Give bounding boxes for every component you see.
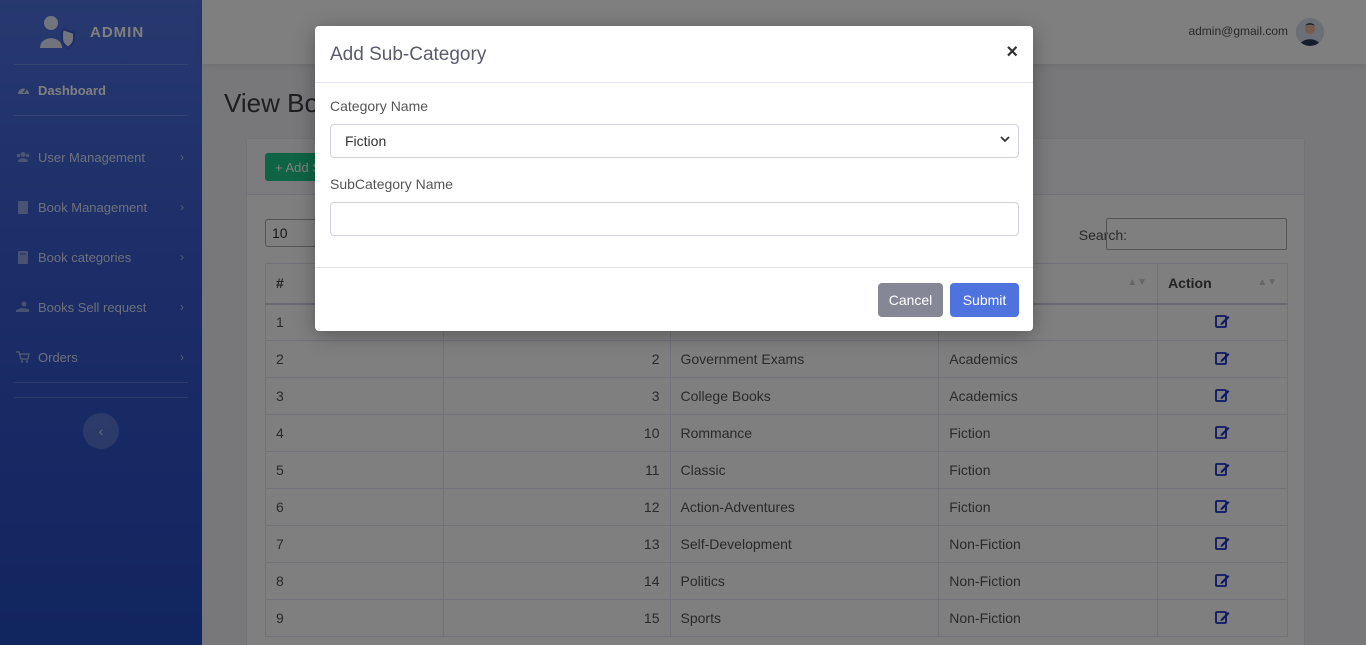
cancel-button[interactable]: Cancel xyxy=(878,283,943,317)
close-icon[interactable]: × xyxy=(1006,42,1018,62)
category-name-value: Fiction xyxy=(345,133,387,149)
subcategory-name-label: SubCategory Name xyxy=(330,176,453,192)
modal-footer: Cancel Submit xyxy=(315,267,1033,331)
category-name-label: Category Name xyxy=(330,98,429,114)
modal-body: Category Name Fiction SubCategory Name xyxy=(315,83,1033,251)
chevron-down-icon xyxy=(1000,134,1010,146)
add-subcategory-modal: Add Sub-Category × Category Name Fiction… xyxy=(315,26,1033,331)
modal-header: Add Sub-Category × xyxy=(315,26,1033,83)
modal-title: Add Sub-Category xyxy=(330,44,487,65)
subcategory-name-input[interactable] xyxy=(330,202,1019,236)
category-name-select[interactable]: Fiction xyxy=(330,124,1019,158)
submit-button[interactable]: Submit xyxy=(950,283,1019,317)
